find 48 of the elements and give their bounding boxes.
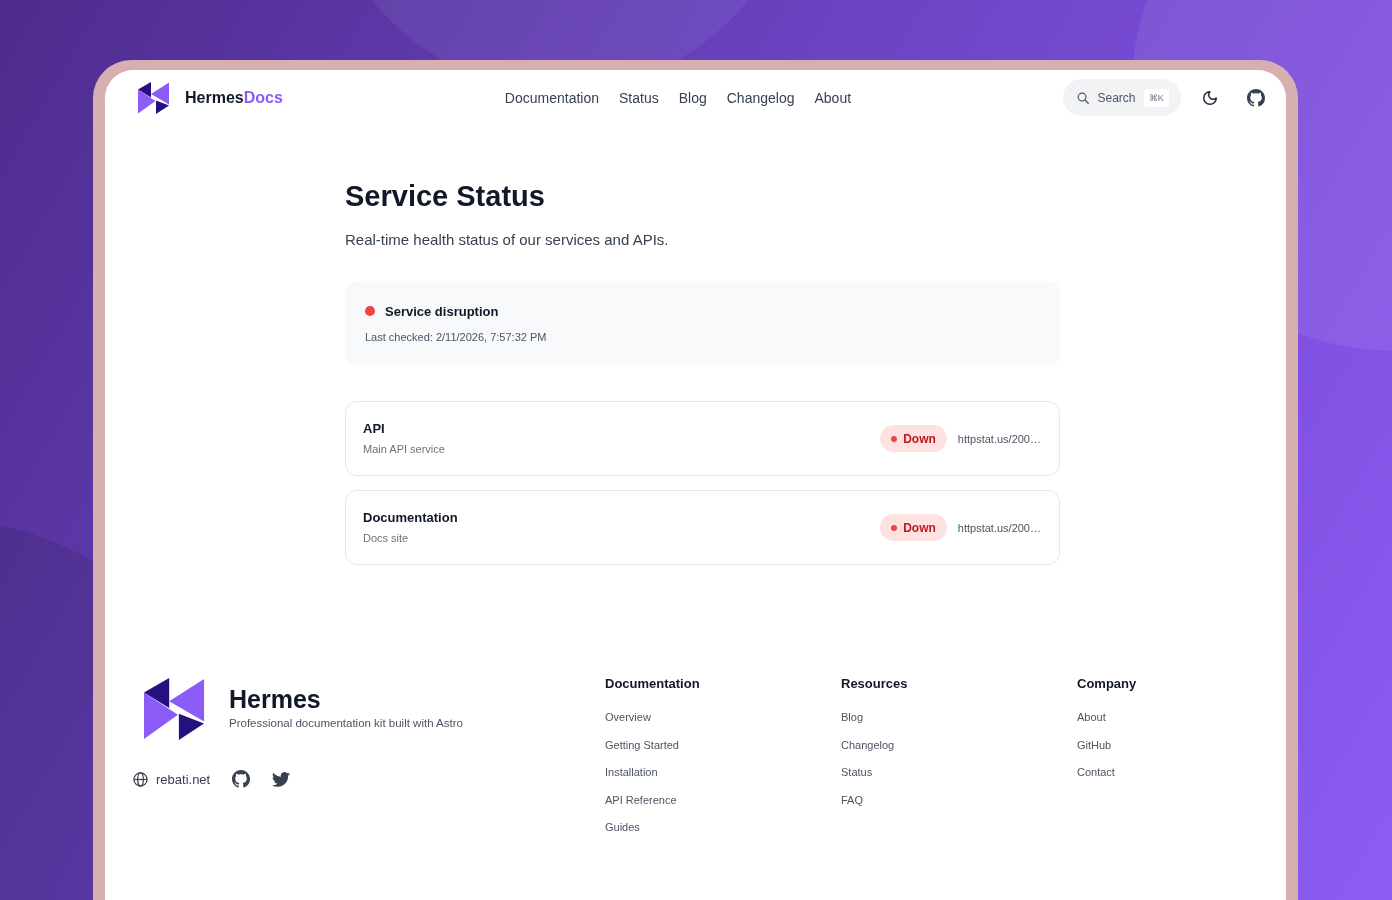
service-url: httpstat.us/200…: [957, 521, 1041, 534]
nav-link[interactable]: Status: [619, 89, 659, 106]
footer-brand-name: Hermes: [229, 684, 322, 714]
footer-column-heading: Company: [1077, 675, 1138, 693]
footer-link[interactable]: About: [1077, 709, 1106, 725]
github-icon[interactable]: [232, 770, 251, 788]
footer-link[interactable]: GitHub: [1077, 736, 1112, 753]
page-title: Service Status: [345, 179, 546, 214]
search-icon: [1077, 91, 1090, 104]
github-icon[interactable]: [1247, 88, 1265, 107]
footer-link[interactable]: Contact: [1077, 764, 1115, 780]
service-description: Main API service: [363, 441, 445, 457]
footer-link[interactable]: Installation: [605, 764, 658, 780]
logo-icon: [143, 677, 205, 741]
footer-column-heading: Resources: [841, 675, 909, 693]
status-badge: Down: [880, 425, 947, 452]
footer-link[interactable]: FAQ: [841, 791, 863, 808]
service-name: API: [363, 420, 386, 437]
footer-link[interactable]: Status: [841, 764, 873, 780]
twitter-bird-icon[interactable]: [272, 771, 291, 787]
footer-link[interactable]: Blog: [841, 709, 864, 725]
page-subtitle: Real-time health status of our services and APIs.: [345, 230, 670, 250]
website-link[interactable]: rebati.net: [133, 771, 211, 787]
nav-link[interactable]: About: [814, 89, 852, 106]
nav-link[interactable]: Blog: [678, 89, 707, 106]
footer-link[interactable]: Getting Started: [605, 736, 679, 753]
search-button[interactable]: Search ⌘K: [1063, 79, 1181, 116]
last-checked-text: Last checked: 2/11/2026, 7:57:32 PM: [365, 330, 548, 345]
footer-tagline: Professional documentation kit built with Astro: [229, 716, 463, 731]
keyboard-shortcut: ⌘K: [1143, 88, 1169, 107]
footer-link[interactable]: Overview: [605, 709, 651, 725]
brand-link[interactable]: HermesDocs: [137, 81, 283, 114]
service-name: Documentation: [363, 509, 458, 526]
status-label: Service disruption: [385, 303, 499, 319]
service-description: Docs site: [363, 530, 410, 546]
globe-icon: [133, 771, 148, 787]
status-dot-icon: [891, 435, 898, 442]
footer-link[interactable]: Changelog: [841, 736, 895, 753]
footer-link[interactable]: API Reference: [605, 791, 677, 808]
footer-link[interactable]: Guides: [605, 819, 640, 835]
moon-icon[interactable]: [1203, 90, 1217, 105]
status-badge: Down: [880, 514, 947, 541]
nav-link[interactable]: Documentation: [504, 89, 599, 106]
status-dot-icon: [891, 524, 898, 531]
logo-icon: [137, 81, 170, 114]
service-url: httpstat.us/200…: [957, 432, 1041, 445]
nav-link[interactable]: Changelog: [726, 89, 795, 106]
footer-column-heading: Documentation: [605, 675, 701, 693]
